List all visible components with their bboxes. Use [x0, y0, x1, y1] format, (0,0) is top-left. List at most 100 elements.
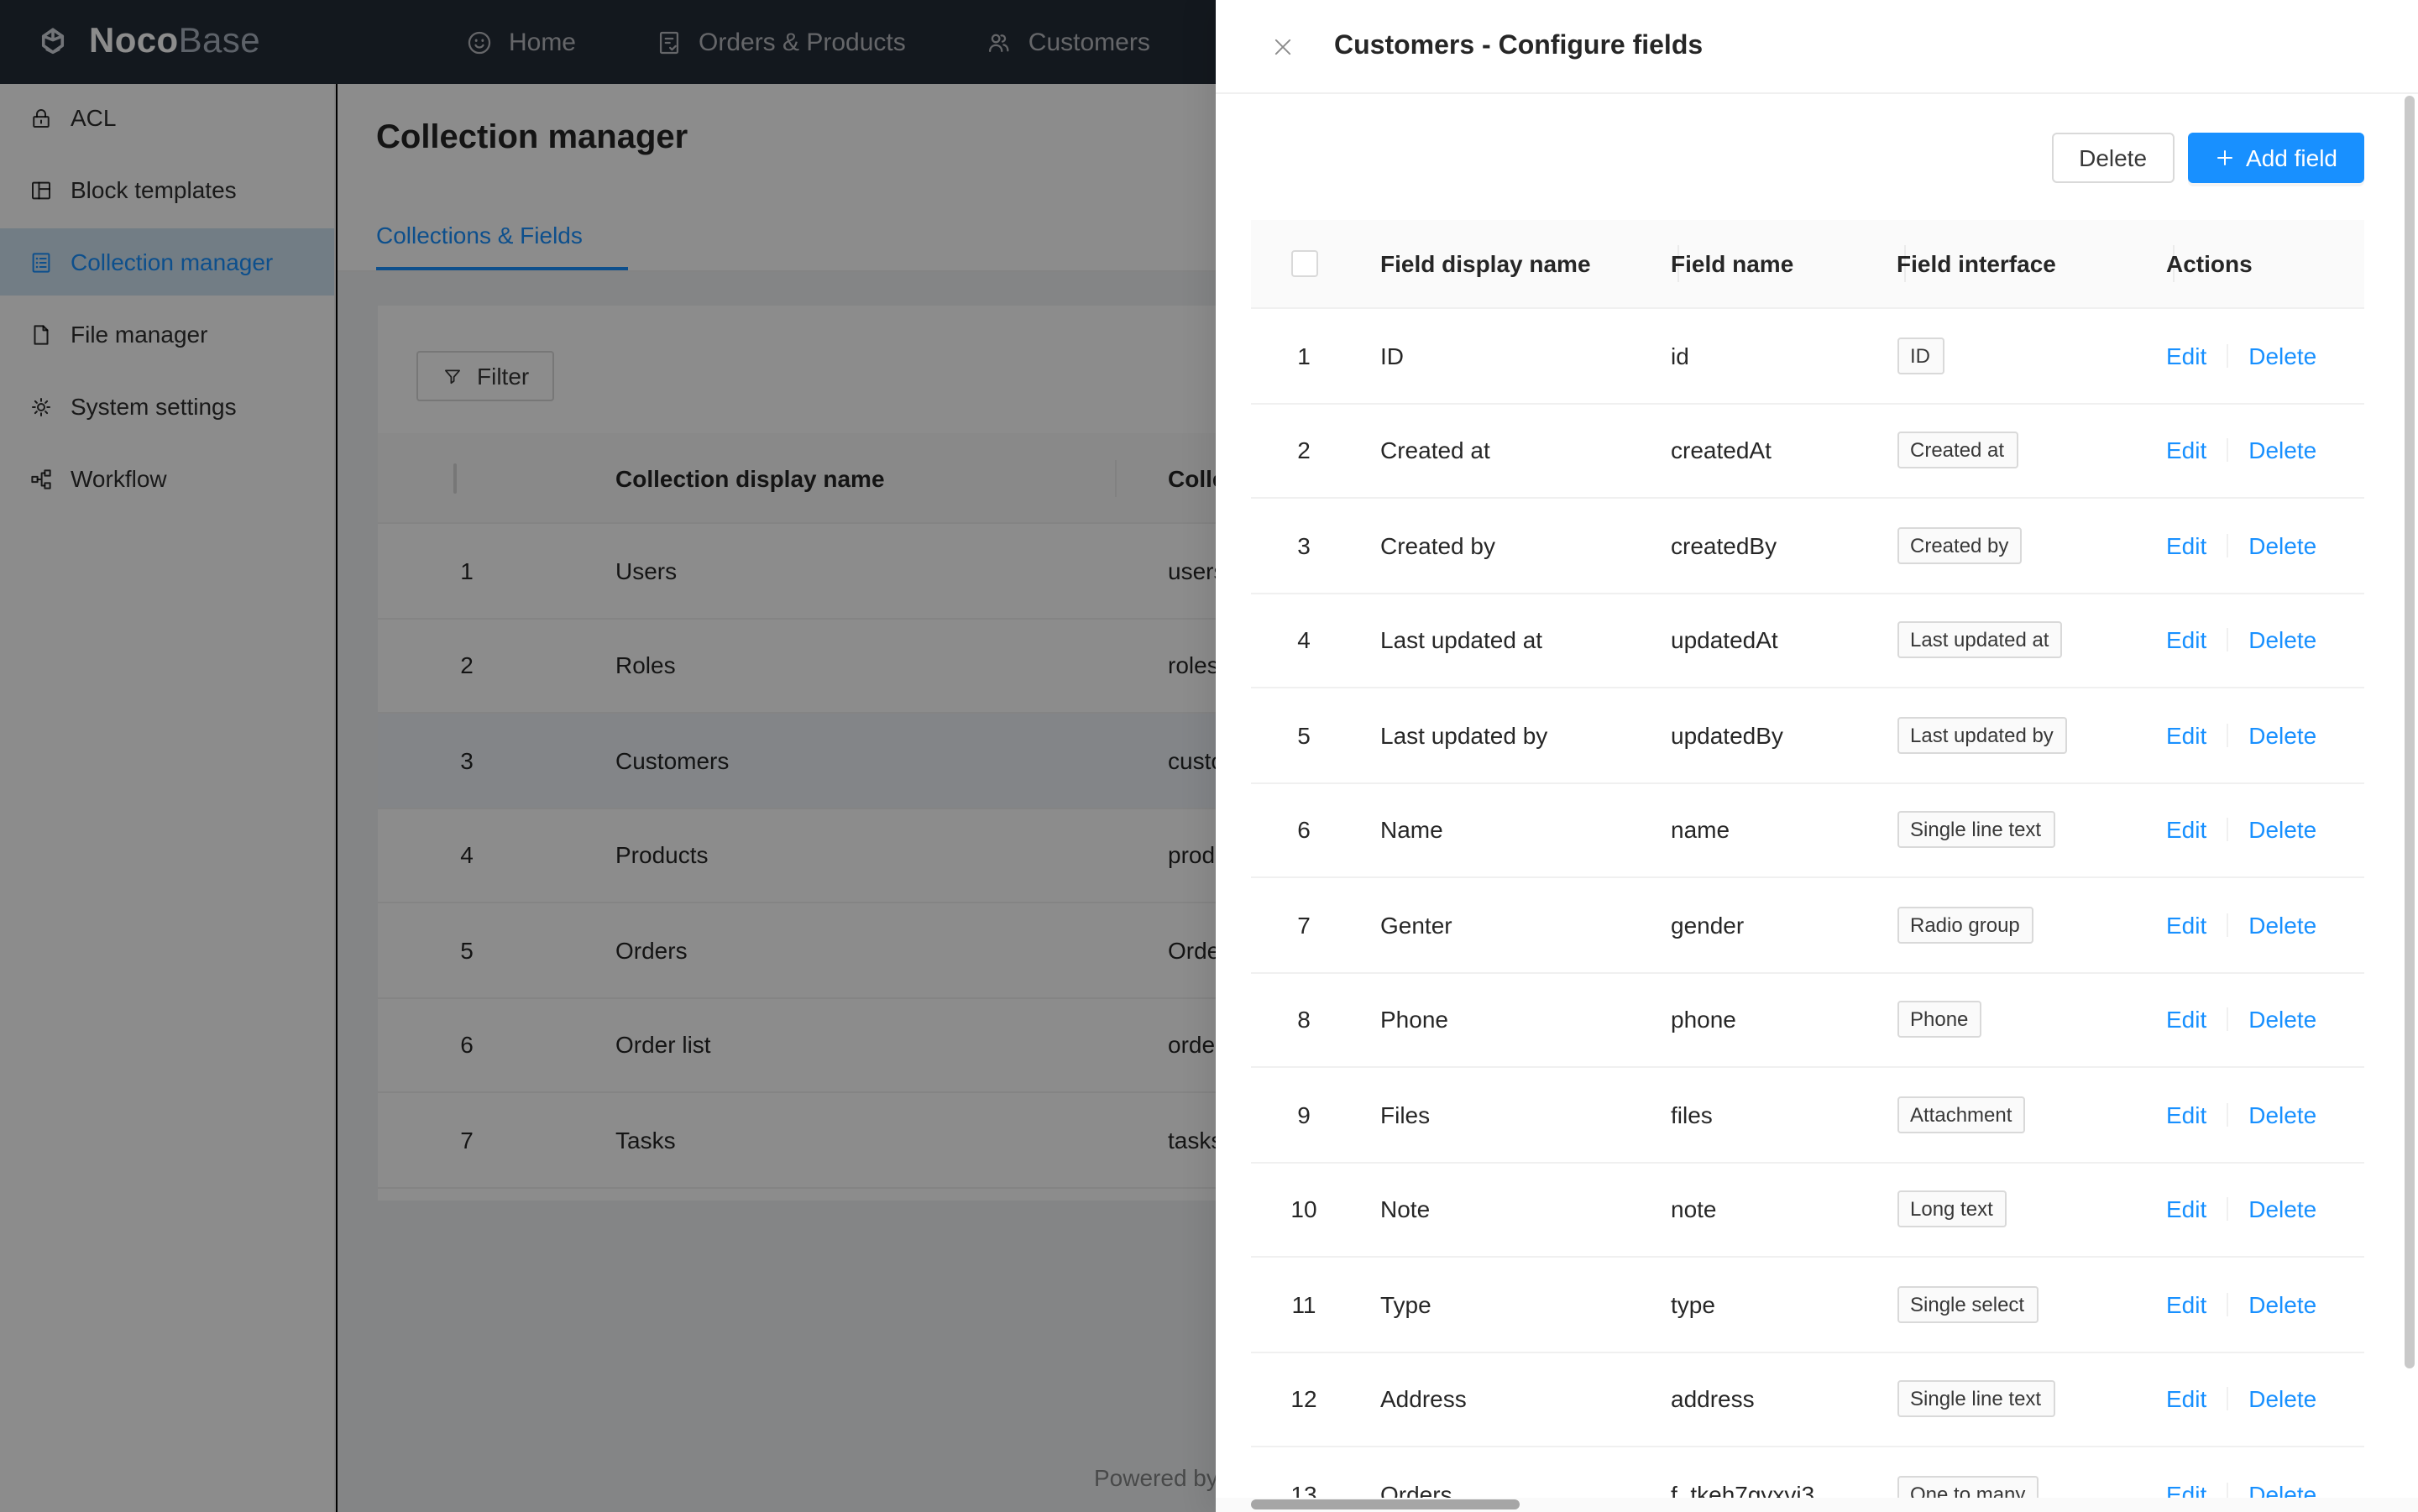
row-index: 4 — [1290, 627, 1317, 654]
row-index: 1 — [1290, 343, 1317, 369]
link-divider — [2227, 629, 2228, 652]
field-name: files — [1641, 1101, 1868, 1128]
edit-link[interactable]: Edit — [2166, 1386, 2206, 1413]
field-row[interactable]: 12 Address address Single line text Edit… — [1251, 1352, 2364, 1447]
field-interface-tag: Last updated at — [1897, 622, 2062, 659]
link-divider — [2227, 1198, 2228, 1222]
app: NocoBase Home Orders & Products — [0, 0, 2418, 1512]
drawer-horizontal-scrollbar[interactable] — [1251, 1499, 1520, 1509]
field-row[interactable]: 5 Last updated by updatedBy Last updated… — [1251, 688, 2364, 783]
delete-link[interactable]: Delete — [2248, 1291, 2316, 1318]
edit-link[interactable]: Edit — [2166, 912, 2206, 939]
field-name: phone — [1641, 1007, 1868, 1033]
delete-link[interactable]: Delete — [2248, 343, 2316, 369]
row-index: 11 — [1290, 1291, 1317, 1318]
link-divider — [2227, 913, 2228, 937]
drawer-horizontal-scrollbar-track — [1215, 1497, 2418, 1512]
delete-link[interactable]: Delete — [2248, 817, 2316, 844]
link-divider — [2227, 1388, 2228, 1411]
field-row[interactable]: 8 Phone phone Phone EditDelete — [1251, 973, 2364, 1068]
edit-link[interactable]: Edit — [2166, 1007, 2206, 1033]
field-row[interactable]: 11 Type type Single select Edit Delete — [1251, 1258, 2364, 1352]
field-display-name: Files — [1357, 1101, 1641, 1128]
field-name: type — [1641, 1291, 1868, 1318]
drawer-title: Customers - Configure fields — [1334, 31, 1703, 61]
configure-fields-drawer: Customers - Configure fields Delete Add … — [1215, 0, 2418, 1512]
add-field-button[interactable]: Add field — [2187, 133, 2364, 183]
row-index: 5 — [1290, 722, 1317, 749]
row-index: 2 — [1290, 437, 1317, 464]
field-interface-tag: Single select — [1897, 1286, 2038, 1323]
delete-link[interactable]: Delete — [2248, 1007, 2316, 1033]
field-interface-tag: Radio group — [1897, 907, 2033, 944]
close-icon[interactable] — [1270, 34, 1294, 58]
delete-link[interactable]: Delete — [2248, 532, 2316, 559]
field-row[interactable]: 10 Note note Long text Edit Delete — [1251, 1163, 2364, 1258]
edit-link[interactable]: Edit — [2166, 1196, 2206, 1223]
field-interface-tag: Created at — [1897, 432, 2018, 469]
row-index: 12 — [1290, 1386, 1317, 1413]
edit-link[interactable]: Edit — [2166, 437, 2206, 464]
field-row[interactable]: 4 Last updated at updatedAt Last updated… — [1251, 594, 2364, 688]
field-interface-tag: Single line text — [1897, 1381, 2054, 1418]
field-name: id — [1641, 343, 1868, 369]
field-interface-tag: Created by — [1897, 527, 2022, 564]
row-index: 8 — [1290, 1007, 1317, 1033]
field-row[interactable]: 6 Name name Single line text EditDelete — [1251, 783, 2364, 878]
link-divider — [2227, 819, 2228, 842]
delete-button[interactable]: Delete — [2052, 133, 2174, 183]
field-display-name: Address — [1357, 1386, 1641, 1413]
edit-link[interactable]: Edit — [2166, 1101, 2206, 1128]
delete-link[interactable]: Delete — [2248, 437, 2316, 464]
field-row[interactable]: 3 Created by createdBy Created by EditDe… — [1251, 499, 2364, 594]
edit-link[interactable]: Edit — [2166, 627, 2206, 654]
drawer-vertical-scrollbar[interactable] — [2405, 96, 2415, 1368]
delete-link[interactable]: Delete — [2248, 912, 2316, 939]
field-name: createdAt — [1641, 437, 1868, 464]
row-index: 3 — [1290, 532, 1317, 559]
field-interface-tag: Long text — [1897, 1191, 2007, 1228]
fields-table-header: Field display name Field name Field inte… — [1251, 220, 2364, 309]
link-divider — [2227, 439, 2228, 463]
column-separator — [1904, 245, 1906, 282]
field-display-name: Created by — [1357, 532, 1641, 559]
edit-link[interactable]: Edit — [2166, 1291, 2206, 1318]
field-display-name: Last updated at — [1357, 627, 1641, 654]
field-row[interactable]: 9 Files files Attachment EditDelete — [1251, 1068, 2364, 1163]
column-field-name: Field name — [1641, 250, 1868, 277]
field-display-name: Note — [1357, 1196, 1641, 1223]
field-row[interactable]: 1 ID id ID Edit Delete — [1251, 309, 2364, 404]
field-display-name: Created at — [1357, 437, 1641, 464]
row-index: 10 — [1290, 1196, 1317, 1223]
field-display-name: Genter — [1357, 912, 1641, 939]
fields-table: Field display name Field name Field inte… — [1251, 220, 2364, 1512]
row-index: 7 — [1290, 912, 1317, 939]
plus-icon — [2214, 148, 2234, 168]
field-display-name: Type — [1357, 1291, 1641, 1318]
link-divider — [2227, 1008, 2228, 1032]
drawer-mask[interactable] — [0, 0, 1215, 1512]
edit-link[interactable]: Edit — [2166, 722, 2206, 749]
edit-link[interactable]: Edit — [2166, 532, 2206, 559]
field-display-name: ID — [1357, 343, 1641, 369]
delete-link[interactable]: Delete — [2248, 1101, 2316, 1128]
field-display-name: Phone — [1357, 1007, 1641, 1033]
field-row[interactable]: 2 Created at createdAt Created at Edit De… — [1251, 404, 2364, 499]
delete-link[interactable]: Delete — [2248, 1386, 2316, 1413]
field-name: updatedAt — [1641, 627, 1868, 654]
row-index: 9 — [1290, 1101, 1317, 1128]
delete-link[interactable]: Delete — [2248, 1196, 2316, 1223]
field-name: note — [1641, 1196, 1868, 1223]
link-divider — [2227, 1103, 2228, 1127]
delete-link[interactable]: Delete — [2248, 627, 2316, 654]
field-row[interactable]: 7 Genter gender Radio group EditDelete — [1251, 878, 2364, 973]
select-all-fields-checkbox[interactable] — [1290, 250, 1317, 277]
edit-link[interactable]: Edit — [2166, 343, 2206, 369]
field-interface-tag: Last updated by — [1897, 717, 2067, 754]
delete-link[interactable]: Delete — [2248, 722, 2316, 749]
drawer-actions: Delete Add field — [2052, 133, 2364, 183]
row-index: 6 — [1290, 817, 1317, 844]
field-interface-tag: ID — [1897, 337, 1944, 374]
field-name: address — [1641, 1386, 1868, 1413]
edit-link[interactable]: Edit — [2166, 817, 2206, 844]
